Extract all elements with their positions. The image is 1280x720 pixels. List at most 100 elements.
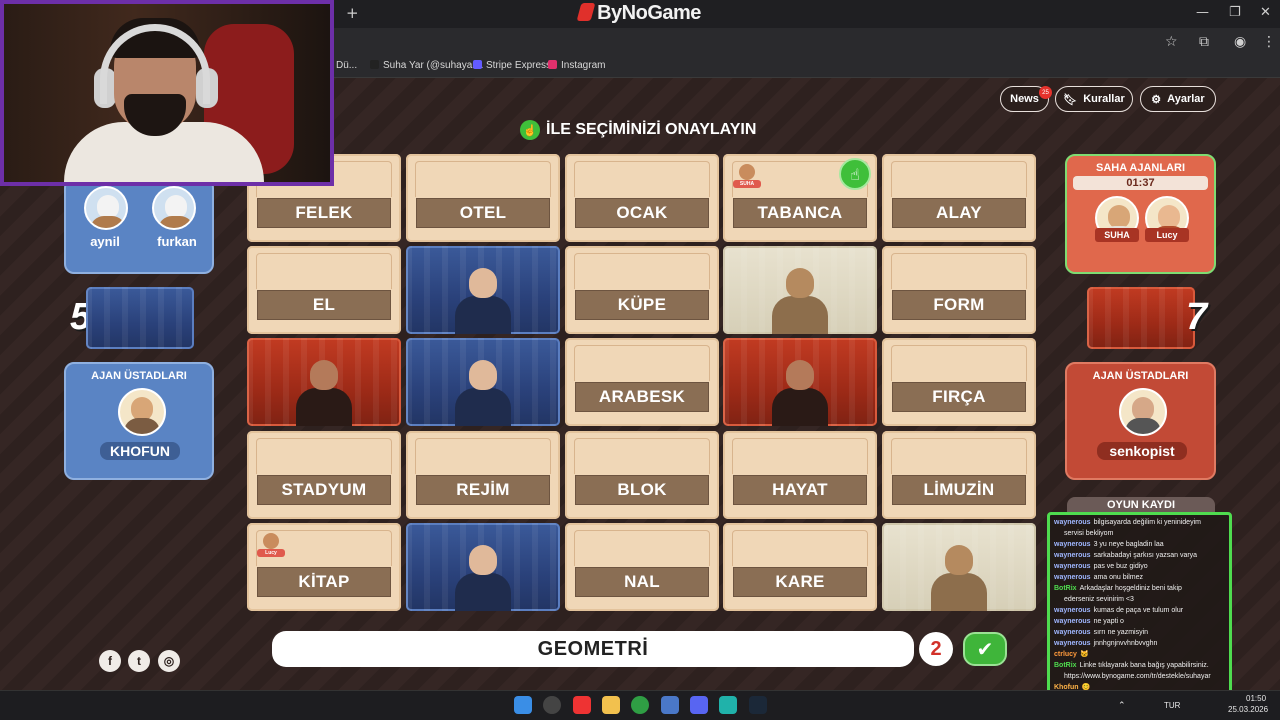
- clue-count-selector[interactable]: 2: [919, 632, 953, 666]
- word-card[interactable]: OCAK: [565, 154, 719, 242]
- clock-date[interactable]: 25.03.2026: [1228, 705, 1268, 714]
- player-name: SUHA: [1095, 228, 1139, 242]
- chat-username: BotRix: [1054, 662, 1077, 669]
- red-agent-card[interactable]: [247, 338, 401, 426]
- extensions-icon[interactable]: ⧉: [1199, 34, 1209, 50]
- word-card[interactable]: ARABESK: [565, 338, 719, 426]
- bookmark-4[interactable]: Instagram: [548, 60, 605, 71]
- chat-username: waynerous: [1054, 640, 1091, 647]
- red-spymaster-panel: AJAN ÜSTADLARI senkopist: [1065, 362, 1216, 480]
- bookmark-1[interactable]: Dü...: [336, 60, 357, 71]
- bookmark-icon: 🔖︎: [1063, 93, 1078, 106]
- minimize-icon[interactable]: —: [1196, 5, 1209, 20]
- twitter-icon[interactable]: t: [128, 650, 150, 672]
- word-card[interactable]: FORM: [882, 246, 1036, 334]
- blue-team-card-icon: [86, 287, 194, 349]
- chat-username: BotRix: [1054, 585, 1077, 592]
- confirm-hand-icon[interactable]: ☝: [839, 158, 871, 190]
- chat-message: servisi bekliyom: [1054, 528, 1225, 539]
- tiktok-icon: [370, 60, 379, 69]
- settings-button[interactable]: ⚙ Ayarlar: [1140, 86, 1216, 112]
- card-word: ARABESK: [575, 382, 709, 412]
- clock-time[interactable]: 01:50: [1246, 694, 1266, 703]
- chat-username: waynerous: [1054, 563, 1091, 570]
- word-card[interactable]: REJİM: [406, 431, 560, 519]
- chat-message: waynerous bilgisayarda değilim ki yeninid…: [1054, 517, 1225, 528]
- word-card[interactable]: NAL: [565, 523, 719, 611]
- news-label: News: [1010, 93, 1039, 105]
- chat-text: Arkadaşlar hoşgeldiniz beni takip: [1079, 585, 1182, 592]
- close-icon[interactable]: ✕: [1260, 5, 1271, 20]
- app-icon[interactable]: [661, 696, 679, 714]
- neutral-agent-card[interactable]: [723, 246, 877, 334]
- word-card[interactable]: KARE: [723, 523, 877, 611]
- card-frame: [415, 161, 551, 197]
- avatar: [118, 388, 166, 436]
- word-card[interactable]: HAYAT: [723, 431, 877, 519]
- facebook-icon[interactable]: f: [99, 650, 121, 672]
- blue-agent-card[interactable]: [406, 338, 560, 426]
- instagram-icon[interactable]: ◎: [158, 650, 180, 672]
- agent-figure-icon: [451, 541, 515, 611]
- hand-pointer-icon: ☝: [520, 120, 540, 140]
- tray-chevron-icon[interactable]: ⌃: [1118, 700, 1126, 711]
- card-word: REJİM: [416, 475, 550, 505]
- rules-button[interactable]: 🔖︎ Kurallar: [1055, 86, 1133, 112]
- card-word: EL: [257, 290, 391, 320]
- bookmark-label: Stripe Express: [486, 60, 552, 71]
- windows-start-icon[interactable]: [514, 696, 532, 714]
- neutral-agent-card[interactable]: [882, 523, 1036, 611]
- chat-text: 🐱: [1079, 651, 1089, 658]
- card-word: ALAY: [892, 198, 1026, 228]
- blue-agent-card[interactable]: [406, 523, 560, 611]
- youtube-icon[interactable]: [573, 696, 591, 714]
- menu-kebab-icon[interactable]: ⋮: [1262, 34, 1276, 50]
- game-log-title: OYUN KAYDI: [1067, 497, 1215, 513]
- card-frame: [732, 530, 868, 566]
- chrome-icon[interactable]: [631, 696, 649, 714]
- card-frame: [574, 530, 710, 566]
- word-card[interactable]: KİTAP Lucy: [247, 523, 401, 611]
- speedometer-icon[interactable]: [543, 696, 561, 714]
- card-frame: [574, 438, 710, 474]
- word-card[interactable]: OTEL: [406, 154, 560, 242]
- word-card[interactable]: FIRÇA: [882, 338, 1036, 426]
- chat-message: waynerous kumas de paça ve tulum olur: [1054, 605, 1225, 616]
- submit-clue-button[interactable]: ✔: [963, 632, 1007, 666]
- player-name: Lucy: [1145, 228, 1189, 242]
- maximize-icon[interactable]: ❐: [1229, 5, 1241, 20]
- language-indicator[interactable]: TUR: [1164, 701, 1180, 710]
- word-card[interactable]: ALAY: [882, 154, 1036, 242]
- chat-message: BotRix Linke tıklayarak bana bağış yapabi…: [1054, 660, 1225, 671]
- word-card[interactable]: BLOK: [565, 431, 719, 519]
- chat-text: bilgisayarda değilim ki yeninideyim: [1093, 519, 1201, 526]
- steam-icon[interactable]: [749, 696, 767, 714]
- red-agent-card[interactable]: [723, 338, 877, 426]
- bookmark-2[interactable]: Suha Yar (@suhayar...: [370, 60, 483, 71]
- word-card[interactable]: LİMUZİN: [882, 431, 1036, 519]
- bookmark-3[interactable]: Stripe Express: [473, 60, 551, 71]
- bookmark-star-icon[interactable]: ☆: [1165, 34, 1178, 50]
- chat-message: waynerous ne yapti o: [1054, 616, 1225, 627]
- avatar: [1119, 388, 1167, 436]
- card-word: STADYUM: [257, 475, 391, 505]
- word-card[interactable]: STADYUM: [247, 431, 401, 519]
- card-word: OCAK: [575, 198, 709, 228]
- card-frame: [256, 438, 392, 474]
- profile-icon[interactable]: ◉: [1234, 34, 1246, 50]
- folder-icon[interactable]: [602, 696, 620, 714]
- blue-agent-card[interactable]: [406, 246, 560, 334]
- instruction-text: ☝ İLE SEÇİMİNİZİ ONAYLAYIN: [520, 120, 756, 140]
- card-word: NAL: [575, 567, 709, 597]
- word-card[interactable]: EL: [247, 246, 401, 334]
- agent-figure-icon: [292, 356, 356, 426]
- clue-input[interactable]: GEOMETRİ: [272, 631, 914, 667]
- chat-message: waynerous sarkabadayi şarkısı yazsan vary…: [1054, 550, 1225, 561]
- discord-icon[interactable]: [690, 696, 708, 714]
- app-icon[interactable]: [719, 696, 737, 714]
- player-marker-avatar: Lucy: [257, 531, 285, 559]
- card-word: LİMUZİN: [892, 475, 1026, 505]
- word-card[interactable]: KÜPE: [565, 246, 719, 334]
- chat-text: pas ve buz gidiyo: [1093, 563, 1148, 570]
- brand-label: ByNoGame: [597, 2, 701, 24]
